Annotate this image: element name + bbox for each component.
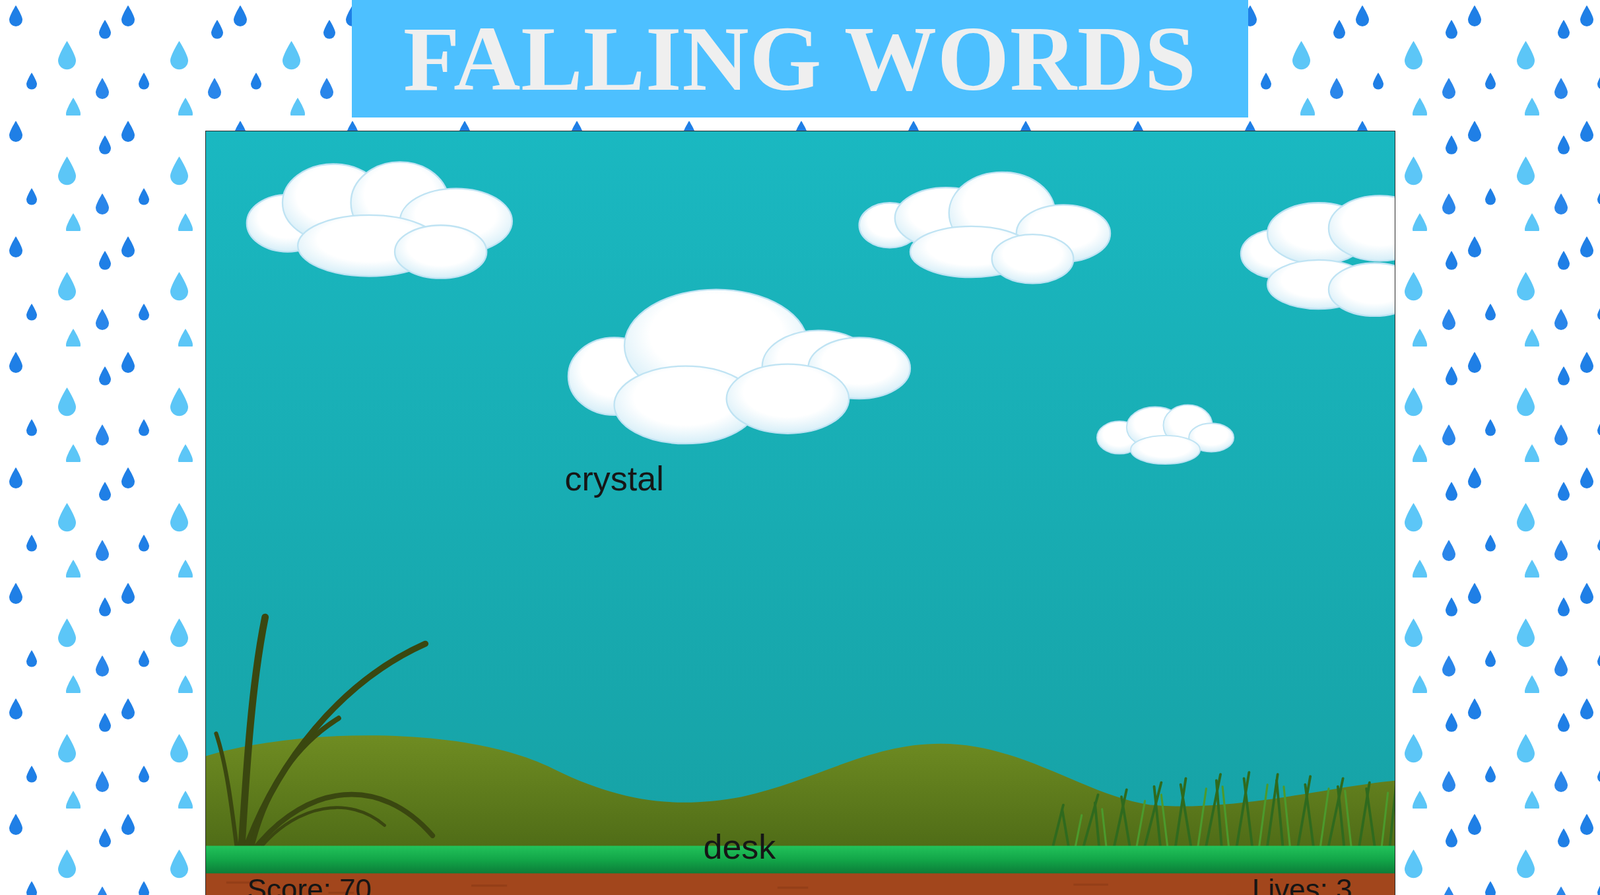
game-page: FALLING WORDS [0,0,1600,895]
falling-word: desk [700,828,779,867]
falling-word: crystal [562,460,667,498]
scenery [205,131,1396,895]
cloud [246,161,512,278]
lives-label: Lives: 3 [1252,874,1353,895]
score-label: Score: 70 [247,874,372,895]
game-title: FALLING WORDS [403,12,1197,105]
game-canvas[interactable]: crystal desk Score: 70 Lives: 3 [205,130,1396,895]
title-banner: FALLING WORDS [351,0,1249,118]
